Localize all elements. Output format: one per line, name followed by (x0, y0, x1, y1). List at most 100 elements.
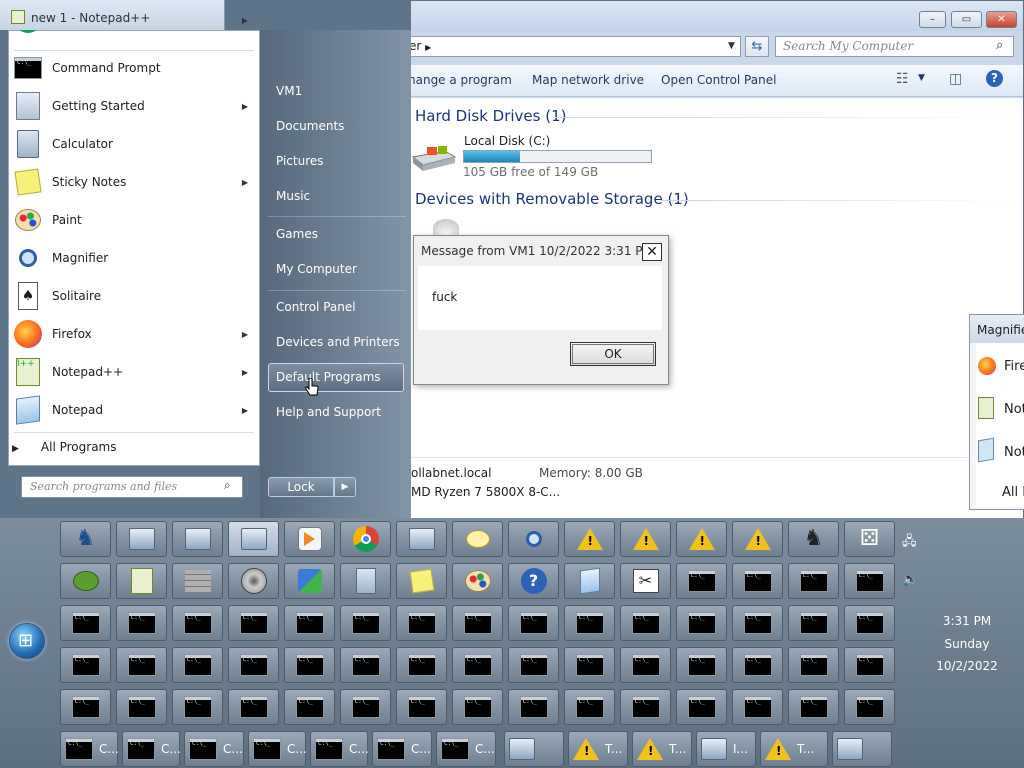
taskbar-button[interactable] (844, 605, 895, 641)
taskbar-button[interactable] (116, 521, 167, 557)
maximize-button[interactable]: ▭ (951, 11, 982, 28)
taskbar-button[interactable] (284, 689, 335, 725)
taskbar-button[interactable] (228, 689, 279, 725)
taskbar-window-button[interactable]: I... (696, 731, 756, 767)
start-menu-item-getting-started[interactable]: Getting Started ▶ (12, 88, 258, 124)
refresh-button[interactable]: ⇆ (745, 36, 769, 57)
taskbar-window-button[interactable]: C... (372, 731, 432, 767)
taskbar-button[interactable] (396, 647, 447, 683)
taskbar-button[interactable] (620, 689, 671, 725)
place-documents[interactable]: Documents (276, 119, 344, 133)
taskbar-button[interactable] (452, 689, 503, 725)
close-button[interactable]: ✕ (986, 11, 1017, 28)
help-icon[interactable]: ? (986, 70, 1003, 87)
taskbar-button[interactable] (732, 563, 783, 599)
taskbar-button[interactable] (452, 647, 503, 683)
taskbar-window-button[interactable]: C... (184, 731, 244, 767)
taskbar-button[interactable] (60, 689, 111, 725)
taskbar-button[interactable] (788, 647, 839, 683)
taskbar-button[interactable] (676, 647, 727, 683)
taskbar-button[interactable] (844, 647, 895, 683)
removable-storage-group-title[interactable]: Devices with Removable Storage (1) (415, 190, 689, 208)
taskbar-button[interactable] (676, 689, 727, 725)
minimize-button[interactable]: – (919, 11, 946, 28)
taskbar-button[interactable] (340, 605, 391, 641)
taskbar-window-button[interactable] (504, 731, 564, 767)
taskbar-button[interactable] (676, 605, 727, 641)
taskbar-button[interactable] (788, 563, 839, 599)
start-menu-item-sticky-notes[interactable]: Sticky Notes ▶ (12, 164, 258, 200)
start-menu-item-firefox[interactable]: Firefox ▶ (12, 316, 258, 352)
taskbar-button[interactable] (228, 521, 279, 557)
start-menu-item-notepad[interactable]: I++ Notepad++ ▶ (12, 354, 258, 390)
search-icon[interactable]: ⌕ (224, 478, 231, 493)
open-control-panel-button[interactable]: Open Control Panel (661, 73, 776, 87)
taskbar-button[interactable] (620, 647, 671, 683)
taskbar-window-button[interactable]: C... (122, 731, 181, 767)
taskbar-button[interactable]: ? (508, 563, 559, 599)
taskbar-button[interactable]: ! (732, 521, 783, 557)
taskbar-button[interactable] (508, 689, 559, 725)
start-menu-item-calculator[interactable]: Calculator (12, 126, 258, 162)
taskbar-window-button[interactable] (832, 731, 892, 767)
taskbar-button[interactable] (228, 647, 279, 683)
taskbar-button[interactable]: ⚄ (844, 521, 895, 557)
place-vm1[interactable]: VM1 (276, 84, 302, 98)
search-input[interactable]: Search My Computer (775, 36, 1014, 57)
start-menu-item-notepad[interactable]: Notepad ▶ (12, 392, 258, 428)
taskbar-button[interactable] (452, 563, 503, 599)
taskbar-button[interactable] (116, 689, 167, 725)
taskbar-button[interactable] (564, 647, 615, 683)
taskbar-button[interactable] (116, 647, 167, 683)
taskbar-button[interactable] (508, 647, 559, 683)
all-programs-button[interactable]: ▶ All Programs (12, 440, 117, 454)
place-pictures[interactable]: Pictures (276, 154, 324, 168)
address-dropdown-icon[interactable]: ▼ (728, 41, 735, 51)
taskbar-button[interactable] (284, 563, 335, 599)
taskbar-window-button[interactable]: C... (436, 731, 496, 767)
place-default-programs[interactable]: Default Programs (276, 370, 381, 384)
taskbar-button[interactable] (788, 689, 839, 725)
address-bar[interactable]: er ▶ (406, 36, 741, 57)
place-help-and-support[interactable]: Help and Support (276, 405, 381, 419)
taskbar-button[interactable] (844, 563, 895, 599)
taskbar-window-button[interactable]: ! T... (632, 731, 692, 767)
taskbar-button[interactable] (396, 563, 447, 599)
start-menu-item-command-prompt[interactable]: Command Prompt (12, 50, 258, 86)
taskbar-button[interactable] (172, 605, 223, 641)
taskbar-button[interactable] (116, 605, 167, 641)
breadcrumb-arrow-icon[interactable]: ▶ (425, 43, 431, 52)
taskbar-button[interactable] (60, 563, 111, 599)
taskbar-button[interactable] (340, 521, 391, 557)
start-menu-item-magnifier[interactable]: Magnifier (12, 240, 258, 276)
taskbar-button[interactable] (228, 605, 279, 641)
taskbar-button[interactable] (340, 689, 391, 725)
taskbar-button[interactable] (508, 521, 559, 557)
view-dropdown-icon[interactable]: ▼ (918, 73, 925, 83)
taskbar-window-button[interactable]: C... (310, 731, 369, 767)
taskbar-button[interactable] (284, 647, 335, 683)
magnifier-title[interactable]: Magnifier (970, 315, 1024, 343)
volume-tray-icon[interactable]: 🔈 (902, 572, 918, 587)
drive-name[interactable]: Local Disk (C:) (464, 134, 550, 148)
dialog-close-button[interactable]: ✕ (642, 243, 662, 261)
taskbar-button[interactable] (228, 563, 279, 599)
taskbar-button[interactable] (396, 605, 447, 641)
place-music[interactable]: Music (276, 189, 310, 203)
taskbar-button[interactable] (844, 689, 895, 725)
taskbar-button[interactable] (60, 605, 111, 641)
taskbar-button[interactable] (116, 563, 167, 599)
place-devices-and-printers[interactable]: Devices and Printers (276, 335, 400, 349)
lock-button[interactable]: Lock (268, 477, 334, 497)
place-my-computer[interactable]: My Computer (276, 262, 357, 276)
taskbar-button[interactable] (172, 647, 223, 683)
taskbar-button[interactable] (284, 605, 335, 641)
taskbar-button[interactable] (60, 647, 111, 683)
taskbar-button[interactable] (564, 689, 615, 725)
taskbar-window-button[interactable]: C... (60, 731, 119, 767)
place-games[interactable]: Games (276, 227, 318, 241)
taskbar-button[interactable] (620, 605, 671, 641)
map-network-drive-button[interactable]: Map network drive (532, 73, 644, 87)
change-program-button[interactable]: hange a program (408, 73, 512, 87)
taskbar-window-button[interactable]: C... (248, 731, 307, 767)
